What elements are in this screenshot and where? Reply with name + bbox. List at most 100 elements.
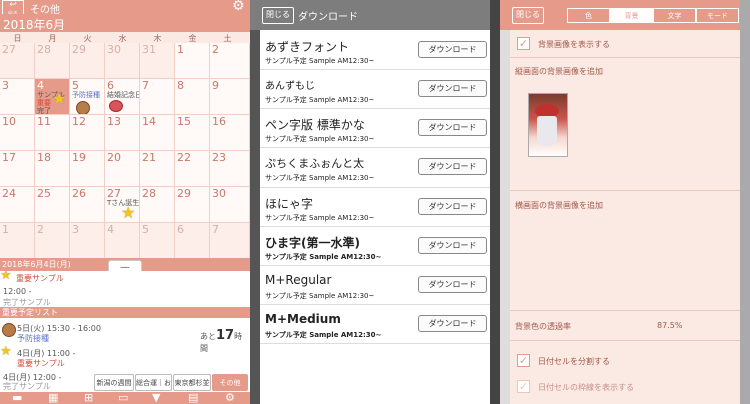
day-number: 30 [107,43,121,56]
gear-icon[interactable]: ⚙ [232,0,245,14]
day-cell[interactable]: 29 [70,43,105,79]
quick-button-other[interactable]: その他 [212,374,248,391]
day-cell[interactable]: 22 [175,151,210,187]
download-button[interactable]: ダウンロード [418,198,487,215]
day-cell[interactable]: 5 予防接種 [70,79,105,115]
day-cell[interactable]: 1 [175,43,210,79]
list-item-title[interactable]: 予防接種 [17,333,49,344]
detail-event[interactable]: 重要サンプル [16,273,64,284]
cell-border-checkbox[interactable]: ✓ [517,380,530,393]
day-cell[interactable]: 4 サンプル 重要 完了 ★ [35,79,70,115]
day-cell[interactable]: 16 [210,115,250,151]
download-button[interactable]: ダウンロード [418,119,487,136]
settings-icon[interactable]: ⚙ [225,392,235,404]
tab-color[interactable]: 色 [567,8,610,23]
font-row: あずきフォント サンプル予定 Sample AM12:30~ ダウンロード [260,30,490,70]
day-cell[interactable]: 27 Tさん誕生 ★ [105,187,140,223]
day-cell[interactable]: 30 [105,43,140,79]
list-icon[interactable]: ▭ [118,392,128,404]
day-cell[interactable]: 10 [0,115,35,151]
day-number: 27 [2,43,16,56]
day-number: 15 [177,115,191,128]
calendar-icon[interactable]: ▦ [48,392,58,404]
download-button[interactable]: ダウンロード [418,80,487,97]
split-cells-checkbox[interactable]: ✓ [517,354,530,367]
day-cell[interactable]: 2 [210,43,250,79]
day-cell[interactable]: 17 [0,151,35,187]
quick-button-tokyo[interactable]: 東京都杉並 [173,374,211,391]
important-list-title: 重要予定リスト [2,308,58,317]
day-cell[interactable]: 31 [140,43,175,79]
star-icon: ★ [121,203,136,222]
close-button[interactable]: 閉じる [512,7,544,24]
day-cell[interactable]: 12 [70,115,105,151]
download-button[interactable]: ダウンロード [418,315,487,332]
day-cell[interactable]: 15 [175,115,210,151]
download-button[interactable]: ダウンロード [418,158,487,175]
download-button[interactable]: ダウンロード [418,41,487,58]
month-title[interactable]: 2018年6月 [3,16,65,33]
download-button[interactable]: ダウンロード [418,237,487,254]
day-cell[interactable]: 23 [210,151,250,187]
portrait-bg-thumbnail[interactable] [528,93,568,157]
cell-border-label: 日付セルの枠線を表示する [538,383,634,392]
gift-icon[interactable]: ▤ [188,392,198,404]
day-number: 8 [177,79,184,92]
add-icon[interactable]: ⊞ [84,392,93,404]
day-number: 2 [37,223,44,236]
day-cell[interactable]: 8 [175,79,210,115]
day-cell[interactable]: 28 [140,187,175,223]
filter-icon[interactable]: ▼ [152,392,160,404]
font-list: あずきフォント サンプル予定 Sample AM12:30~ ダウンロード あん… [260,30,490,404]
list-item-title[interactable]: 完了サンプル [3,381,51,392]
tab-mode[interactable]: モード [696,8,739,23]
bg-alpha-label: 背景色の透過率 [515,322,571,331]
day-cell[interactable]: 7 [140,79,175,115]
day-cell[interactable]: 20 [105,151,140,187]
day-number: 22 [177,151,191,164]
day-cell[interactable]: 28 [35,43,70,79]
show-bg-checkbox[interactable]: ✓ [517,37,530,50]
day-cell[interactable]: 7 [210,223,250,259]
day-cell[interactable]: 1 [0,223,35,259]
download-button[interactable]: ダウンロード [418,276,487,293]
download-title: ダウンロード [298,12,358,23]
day-cell[interactable]: 3 [0,79,35,115]
font-name: ぷちくまふぉんと太 [265,157,365,170]
tab-background[interactable]: 背景 [610,8,653,23]
list-item-title[interactable]: 重要サンプル [17,358,65,369]
event-label[interactable]: 結婚記念日 [107,90,139,100]
day-cell[interactable]: 27 [0,43,35,79]
day-cell[interactable]: 5 [140,223,175,259]
day-cell[interactable]: 9 [210,79,250,115]
day-cell[interactable]: 25 [35,187,70,223]
day-cell[interactable]: 6 結婚記念日 [105,79,140,115]
day-cell[interactable]: 30 [210,187,250,223]
day-cell[interactable]: 11 [35,115,70,151]
day-cell[interactable]: 6 [175,223,210,259]
day-cell[interactable]: 18 [35,151,70,187]
close-button[interactable]: 閉じる [262,7,294,24]
quick-button-weather[interactable]: 新潟の週間 [94,374,134,391]
background-edge [740,0,750,404]
event-label[interactable]: 予防接種 [72,90,100,100]
font-name: M+Medium [265,312,341,326]
day-cell[interactable]: 3 [70,223,105,259]
day-cell[interactable]: 21 [140,151,175,187]
bg-alpha-value[interactable]: 87.5% [657,321,682,330]
quick-button-fortune[interactable]: 総合運｜お [135,374,172,391]
day-cell[interactable]: 14 [140,115,175,151]
event-label[interactable]: 完了 [37,106,51,114]
tab-text[interactable]: 文字 [653,8,696,23]
day-cell[interactable]: 19 [70,151,105,187]
day-cell[interactable]: 2 [35,223,70,259]
day-cell[interactable]: 13 [105,115,140,151]
day-cell[interactable]: 4 [105,223,140,259]
font-row: M+Medium サンプル予定 Sample AM12:30~ ダウンロード [260,304,490,344]
day-cell[interactable]: 24 [0,187,35,223]
day-cell[interactable]: 26 [70,187,105,223]
day-cell[interactable]: 29 [175,187,210,223]
font-sample: サンプル予定 Sample AM12:30~ [265,135,375,143]
menu-icon[interactable]: ▬ [12,392,22,404]
day-number: 29 [72,43,86,56]
